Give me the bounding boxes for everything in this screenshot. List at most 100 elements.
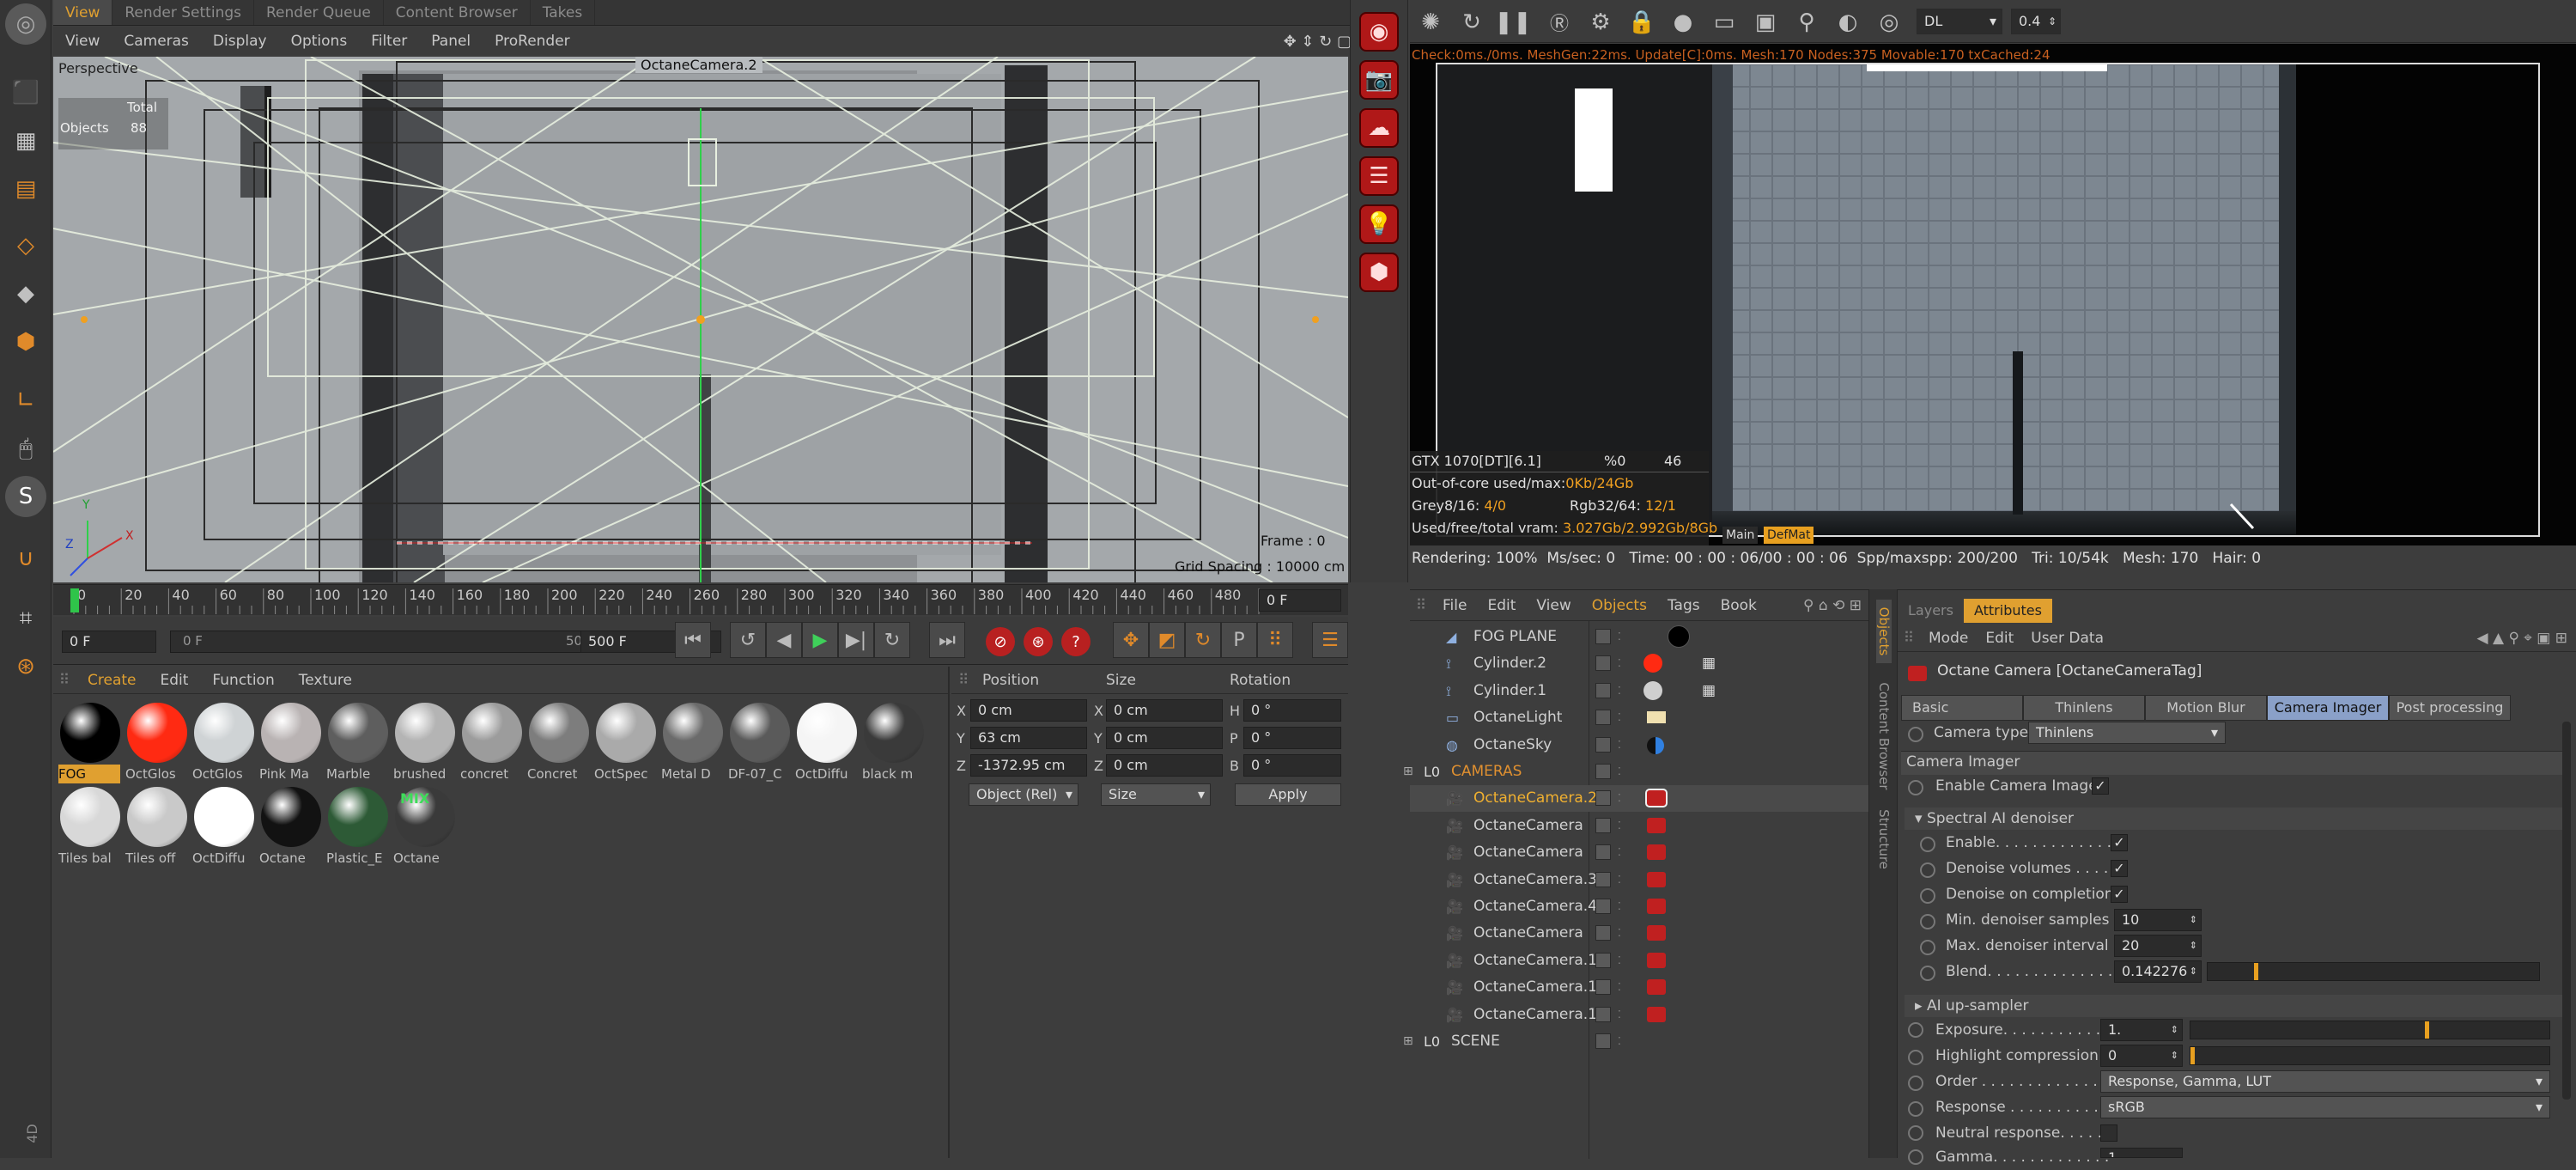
render-dots-icon[interactable]: ⁚ xyxy=(1618,813,1621,839)
object-menu-view[interactable]: View xyxy=(1526,592,1581,619)
order-radio[interactable] xyxy=(1908,1076,1923,1091)
object-menu-objects[interactable]: Objects xyxy=(1582,592,1657,619)
subsampling-icon[interactable]: ▣ xyxy=(1748,5,1783,40)
highlight-field[interactable]: 0⇕ xyxy=(2100,1045,2183,1067)
object-row[interactable]: 🎥OctaneCamera⁚ xyxy=(1410,813,1868,839)
material-tag-icon[interactable] xyxy=(1643,654,1662,673)
exposure-slider-knob[interactable] xyxy=(2425,1021,2429,1039)
render-dots-icon[interactable]: ⁚ xyxy=(1618,624,1621,650)
viewport[interactable]: Perspective OctaneCamera.2 Total Objects… xyxy=(53,57,1348,582)
layer-visibility-icon[interactable] xyxy=(1595,683,1611,698)
subtab-motion-blur[interactable]: Motion Blur xyxy=(2145,695,2267,721)
coord-size-field[interactable]: 0 cm xyxy=(1106,754,1223,777)
attr-menu-user-data[interactable]: User Data xyxy=(2022,625,2112,652)
tab-render-settings[interactable]: Render Settings xyxy=(112,0,254,25)
render-dots-icon[interactable]: ⁚ xyxy=(1618,650,1621,677)
blend-slider-knob[interactable] xyxy=(2254,963,2258,980)
material-swatch[interactable]: OctGlos xyxy=(192,701,256,783)
viewport-menu-view[interactable]: View xyxy=(53,27,112,55)
material-swatch[interactable]: Plastic_E xyxy=(326,785,390,868)
material-menu-edit[interactable]: Edit xyxy=(149,667,201,694)
denoise-completion-checkbox[interactable]: ✓ xyxy=(2111,886,2128,903)
attr-scrollbar[interactable] xyxy=(2562,722,2571,1100)
min-samples-radio[interactable] xyxy=(1920,914,1935,929)
layer-visibility-icon[interactable] xyxy=(1595,844,1611,860)
render-dots-icon[interactable]: ⁚ xyxy=(1618,704,1621,731)
camera-tag-icon[interactable] xyxy=(1647,790,1666,806)
highlight-radio[interactable] xyxy=(1908,1050,1923,1065)
tab-render-queue[interactable]: Render Queue xyxy=(254,0,384,25)
prev-key-button[interactable]: ↺ xyxy=(730,622,766,658)
attr-menu-edit[interactable]: Edit xyxy=(1977,625,2022,652)
render-dots-icon[interactable]: ⁚ xyxy=(1618,785,1621,812)
checker-tag-icon[interactable]: ▦ xyxy=(1702,650,1716,677)
render-dots-icon[interactable]: ⁚ xyxy=(1618,1002,1621,1028)
octane-live-viewer-icon[interactable]: ◉ xyxy=(1359,12,1399,52)
coord-rotation-field[interactable]: 0 ° xyxy=(1243,754,1341,777)
apply-button[interactable]: Apply xyxy=(1235,783,1341,806)
magnet-icon[interactable]: ∪ xyxy=(5,538,46,579)
layer-visibility-icon[interactable] xyxy=(1595,737,1611,753)
material-ball-icon[interactable]: ● xyxy=(1666,5,1700,40)
render-dots-icon[interactable]: ⁚ xyxy=(1618,678,1621,704)
render-value-select[interactable]: 0.4⇕ xyxy=(2011,9,2061,34)
object-menu-tags[interactable]: Tags xyxy=(1657,592,1710,619)
camera-tag-icon[interactable] xyxy=(1647,899,1666,914)
material-tag-icon[interactable] xyxy=(1668,625,1690,648)
layer-visibility-icon[interactable] xyxy=(1595,655,1611,671)
prev-frame-button[interactable]: ◀ xyxy=(766,622,802,658)
render-dots-icon[interactable]: ⁚ xyxy=(1618,839,1621,866)
pick-material-icon[interactable]: ◐ xyxy=(1831,5,1865,40)
workplane-icon[interactable]: ▤ xyxy=(5,168,46,210)
side-tab-content-browser[interactable]: Content Browser xyxy=(1876,667,1892,806)
tab-content-browser[interactable]: Content Browser xyxy=(384,0,531,25)
material-swatch[interactable]: FOG xyxy=(58,701,122,783)
layer-visibility-icon[interactable] xyxy=(1595,979,1611,995)
denoise-completion-radio[interactable] xyxy=(1920,888,1935,904)
texture-mode-icon[interactable]: ▦ xyxy=(5,120,46,161)
object-row[interactable]: 🎥OctaneCamera⁚ xyxy=(1410,920,1868,947)
light-tag-icon[interactable] xyxy=(1647,711,1666,723)
object-row[interactable]: 🎥OctaneCamera⁚ xyxy=(1410,839,1868,866)
render-dots-icon[interactable]: ⁚ xyxy=(1618,759,1621,785)
key-param-icon[interactable]: P xyxy=(1221,622,1257,658)
enable-imager-radio[interactable] xyxy=(1908,780,1923,795)
render-view[interactable]: Check:0ms./0ms. MeshGen:22ms. Update[C]:… xyxy=(1410,44,2576,545)
render-dots-icon[interactable]: ⁚ xyxy=(1618,920,1621,947)
material-swatch[interactable]: Pink Ma xyxy=(259,701,323,783)
render-tab-defmat[interactable]: DefMat xyxy=(1764,527,1814,544)
attr-menu-mode[interactable]: Mode xyxy=(1920,625,1977,652)
viewport-menu-options[interactable]: Options xyxy=(279,27,360,55)
material-swatch[interactable]: black m xyxy=(862,701,926,783)
timeline-current-frame[interactable]: 0 F xyxy=(1259,589,1341,612)
layer-visibility-icon[interactable] xyxy=(1595,629,1611,644)
upsampler-group-title[interactable]: ▸ AI up-sampler xyxy=(1915,993,2028,1019)
key-grid-icon[interactable]: ⠿ xyxy=(1257,622,1293,658)
denoise-volumes-radio[interactable] xyxy=(1920,862,1935,878)
timeline-start-field[interactable]: 0 F xyxy=(62,631,156,653)
object-row[interactable]: 🎥OctaneCamera.1⁚ xyxy=(1410,974,1868,1001)
octane-logo-icon[interactable]: ✺ xyxy=(1413,5,1448,40)
coord-position-field[interactable]: 0 cm xyxy=(970,699,1087,722)
octane-list-icon[interactable]: ☰ xyxy=(1359,156,1399,196)
play-button[interactable]: ▶ xyxy=(802,622,838,658)
autokey-icon[interactable]: ⊛ xyxy=(1024,627,1053,656)
exposure-radio[interactable] xyxy=(1908,1022,1923,1038)
material-swatch[interactable]: Tiles off xyxy=(125,785,189,868)
blend-field[interactable]: 0.142276⇕ xyxy=(2114,960,2202,983)
material-menu-create[interactable]: Create xyxy=(76,667,149,694)
camera-tag-icon[interactable] xyxy=(1647,1007,1666,1022)
coord-rotation-field[interactable]: 0 ° xyxy=(1243,699,1341,722)
coords-mode-dropdown[interactable]: Object (Rel)▾ xyxy=(969,783,1078,806)
viewport-menu-filter[interactable]: Filter xyxy=(359,27,419,55)
response-dropdown[interactable]: sRGB▾ xyxy=(2100,1096,2550,1118)
app-logo-icon[interactable]: ◎ xyxy=(5,3,46,45)
record-keys-icon[interactable]: ⊘ xyxy=(986,627,1015,656)
attr-nav-icons[interactable]: ◀ ▲ ⚲ ⌖ ▣ ⊞ xyxy=(2477,630,2576,647)
octane-render-icon[interactable]: 📷 xyxy=(1359,60,1399,100)
camera-type-radio[interactable] xyxy=(1908,727,1923,742)
checker-tag-icon[interactable]: ▦ xyxy=(1702,678,1716,704)
material-swatch[interactable]: Marble xyxy=(326,701,390,783)
coord-size-field[interactable]: 0 cm xyxy=(1106,699,1223,722)
go-to-end-button[interactable]: ⏭ xyxy=(929,622,965,658)
